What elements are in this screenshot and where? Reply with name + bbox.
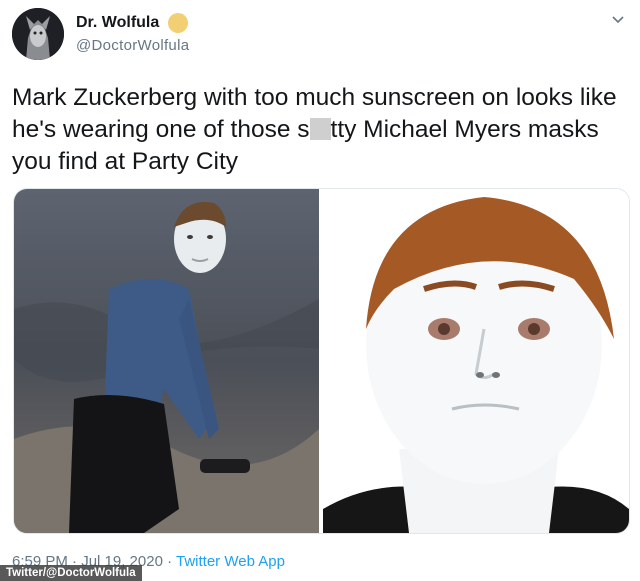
tweet-line-2-start: he's wearing one of those s xyxy=(12,116,310,143)
mask-photo xyxy=(323,189,629,533)
user-handle[interactable]: @DoctorWolfula xyxy=(76,37,189,54)
avatar[interactable] xyxy=(12,8,64,60)
tweet-media[interactable] xyxy=(13,188,630,534)
zuckerberg-photo xyxy=(14,189,319,533)
tweet-line-1: Mark Zuckerberg with too much sunscreen … xyxy=(12,84,617,111)
chevron-down-icon[interactable] xyxy=(610,12,626,28)
tweet-line-2-end: tty Michael Myers masks xyxy=(330,116,599,143)
display-name[interactable]: Dr. Wolfula xyxy=(76,14,159,32)
badge-icon xyxy=(168,13,188,33)
tweet-line-3: you find at Party City xyxy=(12,148,239,175)
source-app-link[interactable]: Twitter Web App xyxy=(176,553,285,570)
meta-separator: · xyxy=(162,553,176,570)
image-credit: Twitter/@DoctorWolfula xyxy=(0,565,142,581)
censor-block xyxy=(309,118,331,140)
tweet-text: Mark Zuckerberg with too much sunscreen … xyxy=(12,82,630,178)
